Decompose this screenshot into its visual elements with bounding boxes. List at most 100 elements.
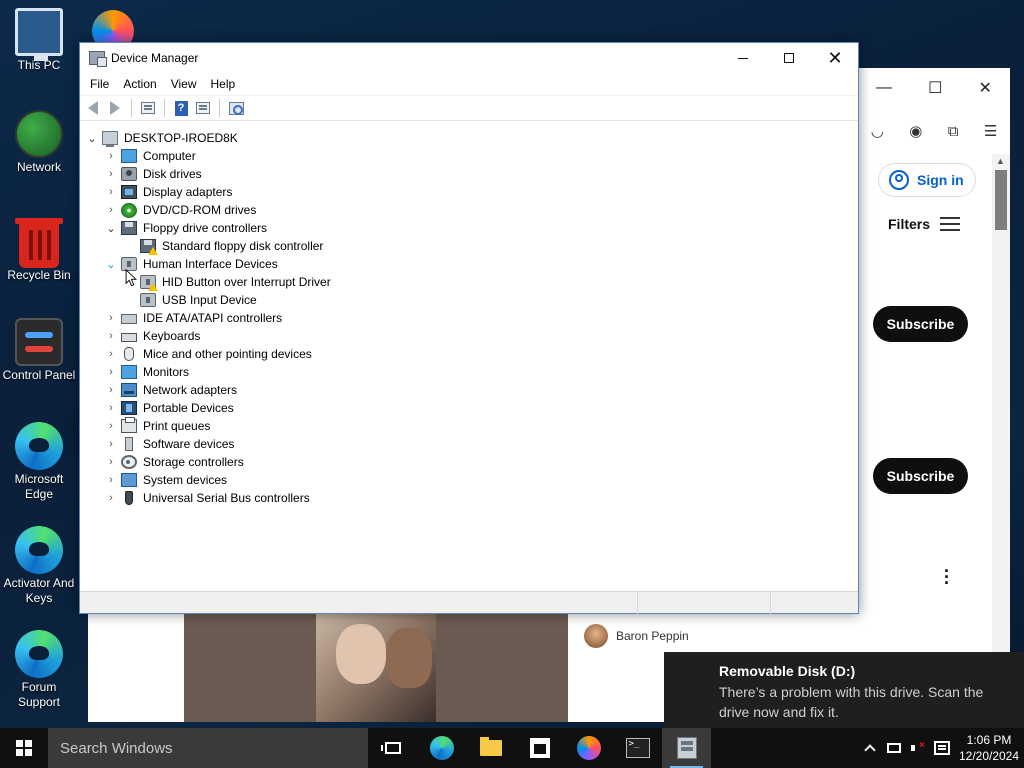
desktop-icon-microsoft-edge[interactable]: Microsoft Edge [0, 422, 78, 502]
expand-chevron-icon[interactable]: › [105, 435, 117, 453]
tree-item-usb-controllers[interactable]: › Universal Serial Bus controllers [80, 489, 858, 507]
subscribe-button[interactable]: Subscribe [873, 306, 968, 342]
expand-chevron-icon[interactable]: › [105, 201, 117, 219]
expand-chevron-icon[interactable]: › [105, 381, 117, 399]
properties-button[interactable] [194, 99, 212, 117]
tree-item-system-devices[interactable]: › System devices [80, 471, 858, 489]
expand-chevron-icon[interactable]: › [105, 345, 117, 363]
menu-action[interactable]: Action [116, 77, 163, 91]
action-center-button[interactable] [930, 728, 954, 768]
tree-item-portable-devices[interactable]: › Portable Devices [80, 399, 858, 417]
tree-root[interactable]: ⌄ DESKTOP-IROED8K [80, 129, 858, 147]
desktop-icon-this-pc[interactable]: This PC [0, 8, 78, 73]
desktop-icon-activator-and-keys[interactable]: Activator And Keys [0, 526, 78, 606]
desktop-icon-recycle-bin[interactable]: Recycle Bin [0, 214, 78, 283]
menu-icon[interactable]: ☰ [984, 122, 997, 140]
tree-item-usb-input-device[interactable]: USB Input Device [80, 291, 858, 309]
tree-item-human-interface-devices[interactable]: ⌄ Human Interface Devices [80, 255, 858, 273]
taskbar-device-manager[interactable] [662, 728, 711, 768]
filters-button[interactable]: Filters [888, 216, 961, 232]
collapse-chevron-icon[interactable]: ⌄ [105, 255, 117, 273]
tree-item-software-devices[interactable]: › Software devices [80, 435, 858, 453]
tree-item-ide-ata-atapi-controllers[interactable]: › IDE ATA/ATAPI controllers [80, 309, 858, 327]
scroll-thumb[interactable] [995, 170, 1007, 230]
title-bar[interactable]: Device Manager ✕ [80, 43, 858, 73]
task-view-button[interactable] [368, 728, 417, 768]
taskbar-store[interactable] [515, 728, 564, 768]
collapse-chevron-icon[interactable]: ⌄ [105, 219, 117, 237]
expand-chevron-icon[interactable]: › [105, 327, 117, 345]
browser-close-button[interactable]: ✕ [979, 78, 992, 98]
account-icon[interactable]: ◉ [909, 122, 922, 140]
scan-hardware-button[interactable] [227, 99, 245, 117]
forward-button[interactable] [106, 99, 124, 117]
collapse-chevron-icon[interactable]: ⌄ [86, 129, 98, 147]
menu-help[interactable]: Help [204, 77, 243, 91]
tree-item-label: Storage controllers [143, 455, 244, 469]
expand-chevron-icon[interactable]: › [105, 471, 117, 489]
browser-scrollbar[interactable]: ▲ [992, 154, 1010, 714]
show-hidden-icons-button[interactable] [858, 728, 882, 768]
expand-chevron-icon[interactable]: › [105, 147, 117, 165]
clock[interactable]: 1:06 PM 12/20/2024 [954, 732, 1024, 764]
tree-item-label: Standard floppy disk controller [162, 239, 324, 253]
help-button[interactable]: ? [172, 99, 190, 117]
notification-toast[interactable]: Removable Disk (D:) There’s a problem wi… [664, 652, 1024, 728]
volume-tray-button[interactable]: × [906, 728, 930, 768]
firefox-icon [576, 736, 601, 760]
show-hide-console-tree-button[interactable] [139, 99, 157, 117]
expand-chevron-icon[interactable]: › [105, 489, 117, 507]
tree-item-monitors[interactable]: › Monitors [80, 363, 858, 381]
expand-chevron-icon[interactable]: › [105, 183, 117, 201]
status-segment [771, 592, 857, 614]
sign-in-label: Sign in [917, 172, 964, 188]
sign-in-button[interactable]: Sign in [878, 163, 976, 197]
tree-item-print-queues[interactable]: › Print queues [80, 417, 858, 435]
taskbar-search-box[interactable]: Search Windows [48, 728, 368, 768]
menu-file[interactable]: File [83, 77, 116, 91]
tree-item-disk-drives[interactable]: › Disk drives [80, 165, 858, 183]
pocket-icon[interactable]: ◡ [871, 122, 884, 140]
desktop-icon-control-panel[interactable]: Control Panel [0, 318, 78, 383]
more-options-icon[interactable]: · · · [944, 562, 950, 592]
browser-maximize-button[interactable]: ☐ [928, 78, 942, 98]
network-tray-button[interactable] [882, 728, 906, 768]
taskbar-firefox[interactable] [564, 728, 613, 768]
tree-item-storage-controllers[interactable]: › Storage controllers [80, 453, 858, 471]
expand-chevron-icon[interactable]: › [105, 363, 117, 381]
expand-chevron-icon[interactable]: › [105, 399, 117, 417]
tree-item-keyboards[interactable]: › Keyboards [80, 327, 858, 345]
start-button[interactable] [0, 728, 48, 768]
scroll-up-icon[interactable]: ▲ [996, 156, 1005, 166]
minimize-icon [738, 57, 748, 59]
close-button[interactable]: ✕ [812, 43, 858, 73]
tree-item-hid-button-over-interrupt-driver[interactable]: HID Button over Interrupt Driver [80, 273, 858, 291]
tree-item-floppy-drive-controllers[interactable]: ⌄ Floppy drive controllers [80, 219, 858, 237]
expand-chevron-icon[interactable]: › [105, 165, 117, 183]
expand-chevron-icon[interactable]: › [105, 453, 117, 471]
tree-item-standard-floppy-disk-controller[interactable]: Standard floppy disk controller [80, 237, 858, 255]
tree-item-mice[interactable]: › Mice and other pointing devices [80, 345, 858, 363]
subscribe-button[interactable]: Subscribe [873, 458, 968, 494]
tree-item-dvd-cd-rom-drives[interactable]: › DVD/CD-ROM drives [80, 201, 858, 219]
taskbar-file-explorer[interactable] [466, 728, 515, 768]
maximize-button[interactable] [766, 43, 812, 73]
tree-item-computer[interactable]: › Computer [80, 147, 858, 165]
taskbar-terminal[interactable]: >_ [613, 728, 662, 768]
help-icon: ? [174, 100, 188, 116]
expand-chevron-icon[interactable]: › [105, 417, 117, 435]
tree-item-network-adapters[interactable]: › Network adapters [80, 381, 858, 399]
expand-chevron-icon[interactable]: › [105, 309, 117, 327]
commenter[interactable]: Baron Peppin [584, 624, 689, 648]
video-thumbnail[interactable] [184, 614, 568, 722]
extensions-icon[interactable]: ⧉ [948, 123, 959, 140]
desktop-icon-network[interactable]: Network [0, 110, 78, 175]
menu-view[interactable]: View [164, 77, 204, 91]
close-icon: ✕ [827, 47, 843, 68]
desktop-icon-forum-support[interactable]: Forum Support [0, 630, 78, 710]
back-button[interactable] [84, 99, 102, 117]
browser-minimize-button[interactable]: — [876, 79, 892, 97]
taskbar-edge[interactable] [417, 728, 466, 768]
minimize-button[interactable] [720, 43, 766, 73]
tree-item-display-adapters[interactable]: › Display adapters [80, 183, 858, 201]
